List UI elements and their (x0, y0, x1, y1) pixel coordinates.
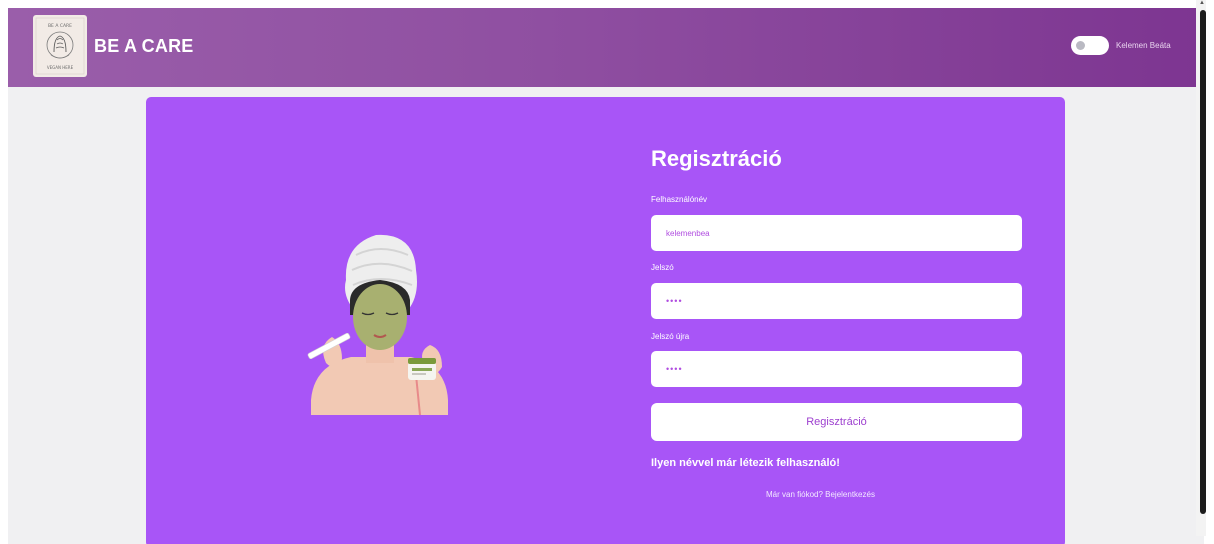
page: BE A CARE VEGAN HERE BE A CARE Kelemen B… (8, 8, 1204, 544)
username-label: Felhasználónév (651, 195, 708, 204)
user-name[interactable]: Kelemen Beáta (1116, 41, 1171, 50)
brand-name[interactable]: BE A CARE (94, 36, 193, 57)
register-card: Regisztráció Felhasználónév Jelszó Jelsz… (146, 97, 1065, 544)
form-title: Regisztráció (651, 146, 782, 171)
logo-text-bottom: VEGAN HERE (47, 65, 74, 70)
scroll-up-icon[interactable]: ▲ (1199, 0, 1205, 6)
register-button[interactable]: Regisztráció (651, 403, 1022, 441)
brand-logo[interactable]: BE A CARE VEGAN HERE (33, 15, 87, 77)
password-label: Jelszó (651, 263, 674, 272)
password-input[interactable] (651, 283, 1022, 319)
woman-face-mask-illustration (307, 234, 448, 416)
theme-toggle[interactable] (1071, 36, 1109, 55)
scrollbar-thumb[interactable] (1200, 10, 1206, 514)
password-again-input[interactable] (651, 351, 1022, 387)
error-message: Ilyen névvel már létezik felhasználó! (651, 457, 840, 469)
password-again-label: Jelszó újra (651, 332, 690, 341)
username-input[interactable] (651, 215, 1022, 251)
toggle-knob-icon (1076, 41, 1085, 50)
login-link[interactable]: Már van fiókod? Bejelentkezés (766, 490, 875, 499)
logo-text-top: BE A CARE (48, 23, 72, 29)
navbar: BE A CARE VEGAN HERE BE A CARE Kelemen B… (8, 8, 1204, 87)
